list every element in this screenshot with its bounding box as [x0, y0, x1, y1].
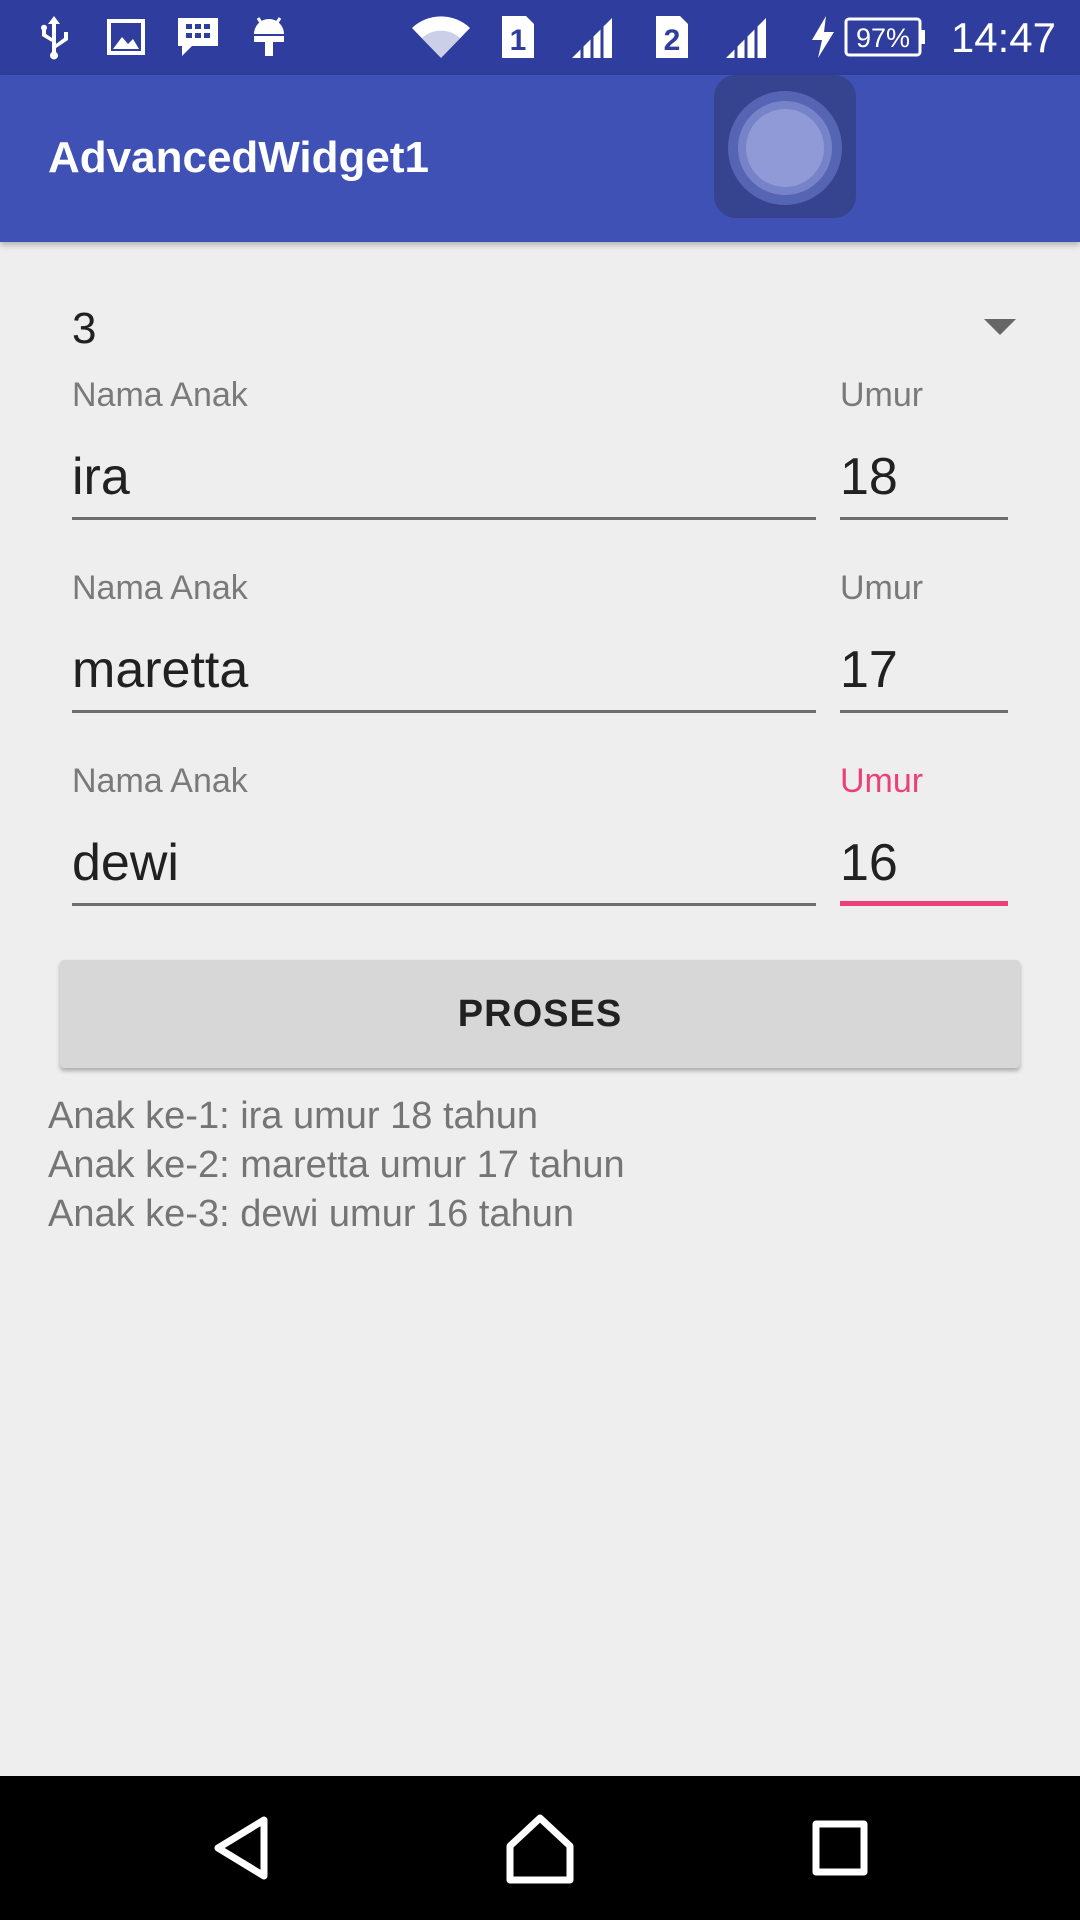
- child-2-age-label: Umur: [840, 569, 924, 607]
- app-bar: AdvancedWidget1: [0, 75, 1080, 242]
- result-text: Anak ke-1: ira umur 18 tahun Anak ke-2: …: [48, 1092, 1028, 1239]
- child-count-spinner[interactable]: 3: [72, 295, 1022, 365]
- spinner-selected-value: 3: [72, 304, 97, 353]
- dropdown-arrow-icon: [984, 319, 1016, 335]
- image-icon: [104, 14, 148, 60]
- battery-icon: 97%: [844, 16, 926, 58]
- wifi-icon: [410, 14, 472, 60]
- child-2-age-input[interactable]: 17: [840, 633, 1008, 713]
- usb-icon: [34, 14, 74, 60]
- child-3-name-label: Nama Anak: [72, 762, 248, 800]
- assistive-touch-button[interactable]: [714, 75, 856, 218]
- result-line: Anak ke-2: maretta umur 17 tahun: [48, 1144, 625, 1186]
- sim1-signal-icon: [566, 14, 616, 60]
- child-3-age-input[interactable]: 16: [840, 826, 1008, 906]
- sim2-signal-icon: [720, 14, 770, 60]
- android-debug-icon: [250, 14, 288, 60]
- child-1-name-input[interactable]: ira: [72, 440, 816, 520]
- navigation-bar: [0, 1776, 1080, 1920]
- child-3-age-label: Umur: [840, 762, 924, 800]
- home-icon[interactable]: [498, 1806, 582, 1890]
- assistive-touch-core-icon: [746, 109, 824, 187]
- proses-button[interactable]: PROSES: [60, 960, 1020, 1068]
- svg-text:2: 2: [664, 24, 681, 57]
- svg-text:1: 1: [510, 24, 527, 57]
- recents-icon[interactable]: [798, 1806, 882, 1890]
- result-line: Anak ke-3: dewi umur 16 tahun: [48, 1193, 574, 1235]
- svg-text:97%: 97%: [856, 23, 910, 53]
- child-1-age-label: Umur: [840, 376, 924, 414]
- result-line: Anak ke-1: ira umur 18 tahun: [48, 1095, 539, 1137]
- child-2-name-label: Nama Anak: [72, 569, 248, 607]
- back-icon[interactable]: [200, 1806, 284, 1890]
- child-1-age-input[interactable]: 18: [840, 440, 1008, 520]
- child-3-name-input[interactable]: dewi: [72, 826, 816, 906]
- sim1-icon: 1: [498, 14, 538, 60]
- sim2-icon: 2: [652, 14, 692, 60]
- app-title: AdvancedWidget1: [48, 133, 430, 182]
- child-2-name-input[interactable]: maretta: [72, 633, 816, 713]
- charging-icon: [808, 14, 838, 60]
- bbm-icon: [174, 14, 222, 60]
- child-1-name-label: Nama Anak: [72, 376, 248, 414]
- status-bar: 1 2 97% 14:47: [0, 0, 1080, 75]
- status-bar-clock: 14:47: [950, 14, 1056, 61]
